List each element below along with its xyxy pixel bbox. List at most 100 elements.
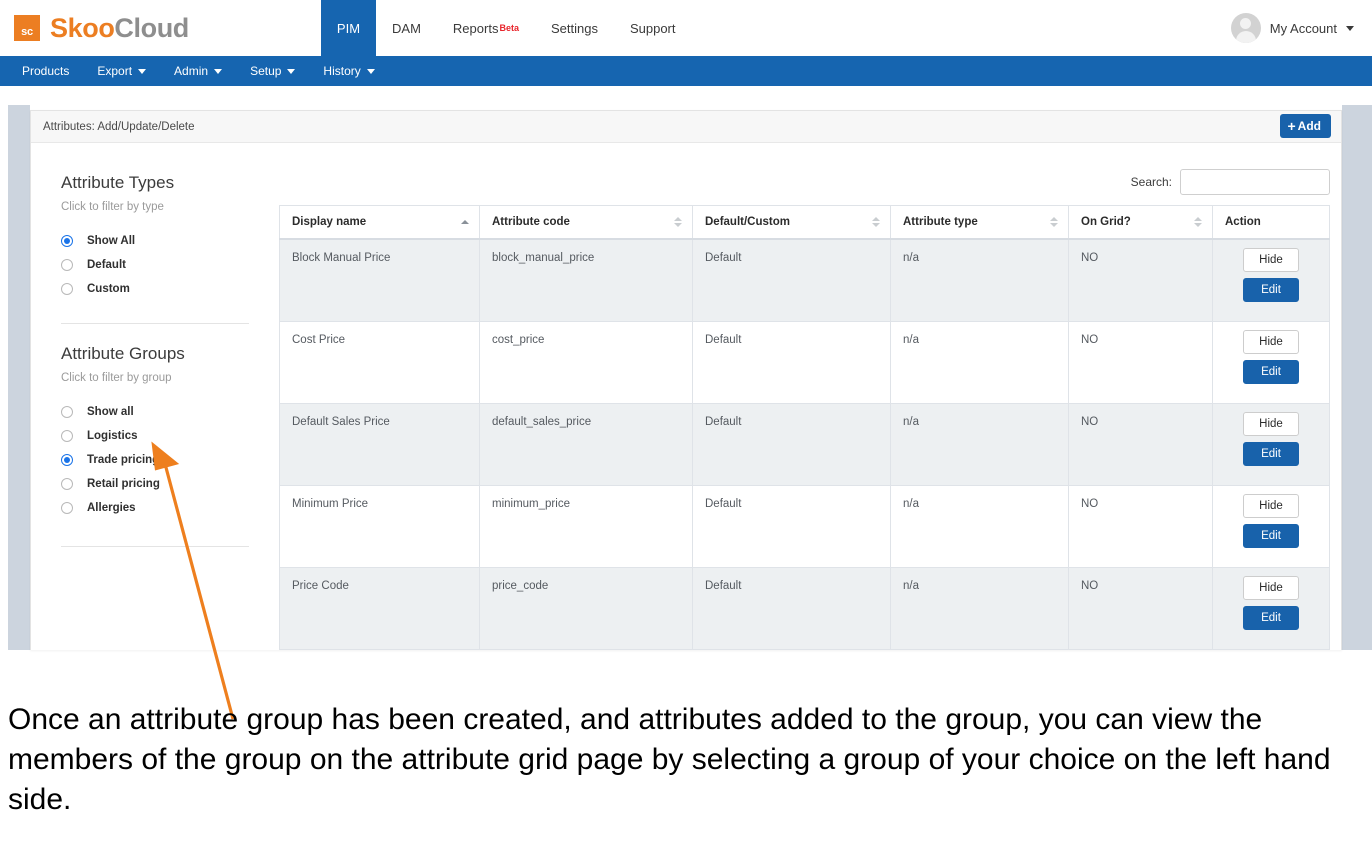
radio-custom[interactable]	[61, 283, 73, 295]
menu-item-history-label: History	[323, 64, 361, 78]
cell-action: Hide Edit	[1212, 238, 1330, 322]
radio-allergies[interactable]	[61, 502, 73, 514]
cell-attribute-type: n/a	[890, 402, 1069, 486]
cell-attribute-type: n/a	[890, 484, 1069, 568]
cell-attribute-code: block_manual_price	[479, 238, 693, 322]
cell-display-name: Minimum Price	[279, 484, 480, 568]
edit-button[interactable]: Edit	[1243, 605, 1299, 630]
cell-default-custom: Default	[692, 566, 891, 650]
radio-default[interactable]	[61, 259, 73, 271]
brand-name-secondary: Cloud	[114, 12, 189, 43]
page-gutter-left	[8, 105, 30, 650]
edit-button[interactable]: Edit	[1243, 359, 1299, 384]
search-input[interactable]	[1180, 169, 1330, 195]
tab-reports[interactable]: Reports Beta	[437, 0, 535, 56]
hide-button[interactable]: Hide	[1243, 329, 1299, 354]
tab-support[interactable]: Support	[614, 0, 692, 56]
radio-row-trade-pricing[interactable]: Trade pricing	[61, 448, 279, 472]
radio-show-all-groups[interactable]	[61, 406, 73, 418]
edit-button[interactable]: Edit	[1243, 278, 1299, 302]
cell-attribute-code: minimum_price	[479, 484, 693, 568]
radio-logistics-label: Logistics	[87, 430, 138, 442]
radio-row-logistics[interactable]: Logistics	[61, 424, 279, 448]
cell-default-custom: Default	[692, 320, 891, 404]
table-row: Block Manual Price block_manual_price De…	[279, 238, 1330, 322]
hide-button[interactable]: Hide	[1243, 411, 1299, 436]
tab-pim[interactable]: PIM	[320, 0, 377, 56]
hide-button[interactable]: Hide	[1243, 248, 1299, 272]
column-header-on-grid[interactable]: On Grid?	[1068, 205, 1213, 240]
radio-row-allergies[interactable]: Allergies	[61, 496, 279, 520]
filters-divider-bottom	[61, 546, 249, 547]
sort-toggle-icon	[674, 217, 682, 227]
column-header-attribute-code-label: Attribute code	[492, 216, 570, 228]
hide-button[interactable]: Hide	[1243, 493, 1299, 518]
edit-button[interactable]: Edit	[1243, 441, 1299, 466]
column-header-action-label: Action	[1225, 216, 1261, 228]
tab-dam-label: DAM	[392, 20, 421, 36]
radio-row-default[interactable]: Default	[61, 253, 279, 277]
radio-logistics[interactable]	[61, 430, 73, 442]
column-header-default-custom[interactable]: Default/Custom	[692, 205, 891, 240]
column-header-on-grid-label: On Grid?	[1081, 216, 1131, 228]
main-menu-bar: Products Export Admin Setup History	[0, 56, 1372, 86]
cell-display-name: Block Manual Price	[279, 238, 480, 322]
brand-logo[interactable]: sc SkooCloud	[14, 0, 189, 56]
logo-badge-icon: sc	[14, 15, 40, 41]
column-header-display-name[interactable]: Display name	[279, 205, 480, 240]
tab-reports-label: Reports	[452, 20, 499, 36]
tab-settings-label: Settings	[550, 20, 598, 36]
cell-on-grid: NO	[1068, 238, 1213, 322]
attributes-table: Display name Attribute code Default/Cust…	[279, 205, 1330, 650]
card-header: Attributes: Add/Update/Delete + Add	[31, 111, 1341, 143]
cell-on-grid: NO	[1068, 402, 1213, 486]
tab-settings[interactable]: Settings	[535, 0, 614, 56]
attribute-groups-title: Attribute Groups	[61, 344, 185, 363]
hide-button[interactable]: Hide	[1243, 575, 1299, 600]
radio-row-show-all-groups[interactable]: Show all	[61, 400, 279, 424]
radio-row-show-all[interactable]: Show All	[61, 229, 279, 253]
cell-attribute-type: n/a	[890, 566, 1069, 650]
table-header: Display name Attribute code Default/Cust…	[279, 205, 1330, 240]
menu-item-setup[interactable]: Setup	[236, 56, 309, 86]
cell-action: Hide Edit	[1212, 566, 1330, 650]
menu-item-export[interactable]: Export	[83, 56, 160, 86]
plus-icon: +	[1287, 118, 1296, 134]
chevron-down-icon	[138, 68, 147, 74]
add-button[interactable]: + Add	[1280, 114, 1331, 138]
column-header-attribute-code[interactable]: Attribute code	[479, 205, 693, 240]
cell-action: Hide Edit	[1212, 402, 1330, 486]
edit-button[interactable]: Edit	[1243, 523, 1299, 548]
radio-trade-pricing[interactable]	[61, 454, 73, 466]
cell-action: Hide Edit	[1212, 320, 1330, 404]
radio-show-all-label: Show All	[87, 235, 136, 247]
my-account-menu[interactable]: My Account	[1230, 0, 1354, 56]
chevron-down-icon	[366, 68, 375, 74]
account-label: My Account	[1269, 20, 1337, 36]
search-label: Search:	[1130, 175, 1172, 189]
attribute-groups-subtitle: Click to filter by group	[61, 372, 172, 384]
radio-row-custom[interactable]: Custom	[61, 277, 279, 301]
table-row: Default Sales Price default_sales_price …	[279, 402, 1330, 486]
table-body: Block Manual Price block_manual_price De…	[279, 238, 1330, 650]
menu-item-products[interactable]: Products	[0, 56, 83, 86]
tab-dam[interactable]: DAM	[376, 0, 437, 56]
cell-attribute-code: default_sales_price	[479, 402, 693, 486]
page-root: sc SkooCloud PIM DAM Reports Beta Setting…	[0, 0, 1372, 849]
menu-item-admin[interactable]: Admin	[160, 56, 236, 86]
radio-row-retail-pricing[interactable]: Retail pricing	[61, 472, 279, 496]
cell-display-name: Price Code	[279, 566, 480, 650]
brand-name: SkooCloud	[50, 13, 189, 44]
attributes-card: Attributes: Add/Update/Delete + Add Attr…	[30, 110, 1342, 650]
radio-retail-pricing[interactable]	[61, 478, 73, 490]
menu-item-history[interactable]: History	[309, 56, 388, 86]
cell-on-grid: NO	[1068, 320, 1213, 404]
top-bar: sc SkooCloud PIM DAM Reports Beta Setting…	[0, 0, 1372, 56]
table-header-row: Display name Attribute code Default/Cust…	[279, 205, 1330, 240]
radio-show-all[interactable]	[61, 235, 73, 247]
menu-item-admin-label: Admin	[174, 64, 209, 78]
page-title: Attributes: Add/Update/Delete	[43, 120, 195, 133]
cell-attribute-code: cost_price	[479, 320, 693, 404]
menu-item-export-label: Export	[97, 64, 133, 78]
column-header-attribute-type[interactable]: Attribute type	[890, 205, 1069, 240]
